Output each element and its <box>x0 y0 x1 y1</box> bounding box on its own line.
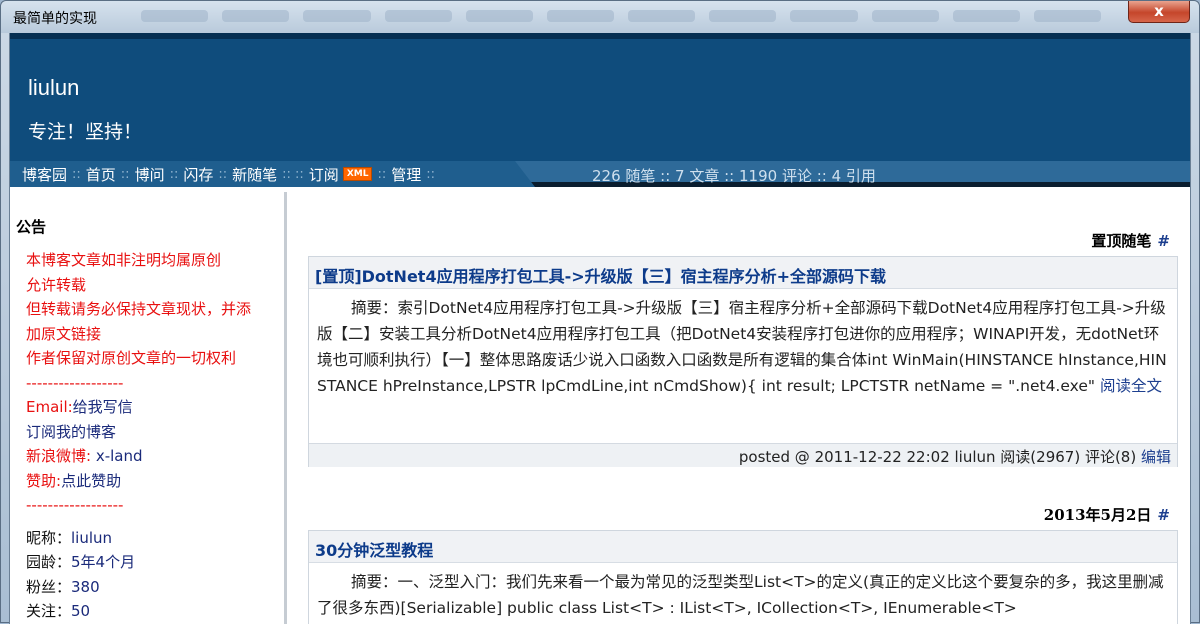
day-title: 2013年5月2日 # <box>1044 504 1170 525</box>
main-content: 置顶随笔 # [置顶]DotNet4应用程序打包工具->升级版【三】宿主程序分析+… <box>290 192 1190 624</box>
notice-line: 加原文链接 <box>26 324 102 343</box>
post-title[interactable]: 30分钟泛型教程 <box>309 531 1177 563</box>
nickname-link[interactable]: liulun <box>71 529 112 547</box>
nav-item-new-post[interactable]: 新随笔 <box>232 164 277 185</box>
follow-link[interactable]: 50 <box>71 602 90 620</box>
follow-label: 关注： <box>26 602 72 620</box>
tab-placeholder[interactable] <box>790 10 858 22</box>
notice-line: 允许转载 <box>26 275 87 294</box>
sidebar: 公告 本博客文章如非注明均属原创 允许转载 但转载请务必保持文章现状，并添 加原… <box>10 192 287 624</box>
browser-window: 最简单的实现 x liulun 专注！坚持！ 博客园:: 首页:: 博问:: 闪… <box>0 0 1200 624</box>
day-permalink[interactable]: # <box>1157 506 1170 524</box>
fans-row: 粉丝：380 <box>26 575 281 600</box>
tab-placeholder[interactable] <box>709 10 777 22</box>
tab-placeholder[interactable] <box>952 10 1020 22</box>
notice-line: 本博客文章如非注明均属原创 <box>26 251 222 269</box>
window-title: 最简单的实现 <box>13 11 97 27</box>
nav-separator: :: <box>426 166 435 182</box>
post-card: [置顶]DotNet4应用程序打包工具->升级版【三】宿主程序分析+全部源码下载… <box>308 256 1178 467</box>
weibo-link[interactable]: x-land <box>96 447 143 465</box>
blog-subtitle: 专注！坚持！ <box>28 121 143 143</box>
nav-item-flash[interactable]: 闪存 <box>183 164 213 185</box>
tab-placeholder[interactable] <box>1033 10 1102 22</box>
post-footer: posted @ 2011-12-22 22:02 liulun 阅读(2967… <box>309 443 1177 467</box>
nav-separator: :: :: <box>282 166 304 182</box>
nav-item-cnblogs[interactable]: 博客园 <box>22 164 67 185</box>
fans-link[interactable]: 380 <box>71 578 100 596</box>
follow-row: 关注：50 <box>26 599 281 624</box>
blog-stats: 226 随笔 :: 7 文章 :: 1190 评论 :: 4 引用 <box>592 167 876 185</box>
nav-item-questions[interactable]: 博问 <box>135 164 165 185</box>
nav-links: 博客园:: 首页:: 博问:: 闪存:: 新随笔:: :: 订阅 XML:: 管… <box>10 161 535 187</box>
tab-placeholder[interactable] <box>222 10 290 22</box>
summary-text: 摘要：索引DotNet4应用程序打包工具->升级版【三】宿主程序分析+全部源码下… <box>317 299 1167 395</box>
edit-link[interactable]: 编辑 <box>1141 448 1171 466</box>
day-title: 置顶随笔 # <box>1091 230 1170 251</box>
nickname-row: 昵称：liulun <box>26 526 281 551</box>
nav-item-home[interactable]: 首页 <box>86 164 116 185</box>
donate-row: 赞助:点此赞助 <box>26 469 281 494</box>
tab-placeholder[interactable] <box>871 10 939 22</box>
page-content: liulun 专注！坚持！ 博客园:: 首页:: 博问:: 闪存:: 新随笔::… <box>9 33 1191 624</box>
nav-separator: :: <box>218 166 228 182</box>
post-summary: 摘要：索引DotNet4应用程序打包工具->升级版【三】宿主程序分析+全部源码下… <box>309 289 1177 443</box>
weibo-label: 新浪微博: <box>26 447 92 465</box>
day-title-text: 置顶随笔 <box>1091 232 1152 250</box>
donate-label: 赞助: <box>26 471 62 490</box>
weibo-row: 新浪微博: x-land <box>26 444 281 469</box>
age-label: 园龄： <box>26 553 72 571</box>
summary-text: 摘要：一、泛型入门：我们先来看一个最为常见的泛型类型List<T>的定义(真正的… <box>317 573 1164 617</box>
tab-placeholder[interactable] <box>465 10 533 22</box>
age-row: 园龄：5年4个月 <box>26 550 281 575</box>
subscribe-link[interactable]: 订阅我的博客 <box>26 420 281 445</box>
tab-placeholder[interactable] <box>141 10 209 22</box>
blog-name[interactable]: liulun <box>28 75 79 101</box>
post-summary: 摘要：一、泛型入门：我们先来看一个最为常见的泛型类型List<T>的定义(真正的… <box>309 563 1177 621</box>
donate-link[interactable]: 点此赞助 <box>61 472 121 490</box>
nav-separator: :: <box>120 166 130 182</box>
sidebar-notice: 本博客文章如非注明均属原创 允许转载 但转载请务必保持文章现状，并添 加原文链接… <box>26 248 281 624</box>
tab-placeholder[interactable] <box>546 10 615 22</box>
divider: ------------------ <box>26 496 124 514</box>
day-title-text: 2013年5月2日 <box>1043 506 1152 524</box>
nav-item-subscribe[interactable]: 订阅 <box>309 164 339 185</box>
xml-feed-icon[interactable]: XML <box>342 167 373 181</box>
close-icon: x <box>1154 2 1164 20</box>
title-bar: 最简单的实现 x <box>1 1 1199 33</box>
tab-placeholder[interactable] <box>303 10 371 22</box>
nav-separator: :: <box>72 166 81 182</box>
tab-placeholder[interactable] <box>628 10 696 22</box>
email-row: Email:给我写信 <box>26 395 281 420</box>
notice-line: 作者保留对原创文章的一切权利 <box>26 349 237 367</box>
close-button[interactable]: x <box>1128 1 1190 23</box>
post-meta: posted @ 2011-12-22 22:02 liulun 阅读(2967… <box>738 448 1137 466</box>
sidebar-title: 公告 <box>16 218 47 236</box>
email-link[interactable]: 给我写信 <box>73 398 133 416</box>
day-permalink[interactable]: # <box>1157 232 1170 250</box>
nav-separator: :: <box>169 166 179 182</box>
blog-header: liulun 专注！坚持！ <box>10 33 1190 161</box>
post-card: 30分钟泛型教程 摘要：一、泛型入门：我们先来看一个最为常见的泛型类型List<… <box>308 530 1178 624</box>
nav-separator: :: <box>377 166 387 182</box>
fans-label: 粉丝： <box>26 577 72 596</box>
nickname-label: 昵称： <box>26 528 72 547</box>
tab-placeholder[interactable] <box>384 10 452 22</box>
age-value[interactable]: 5年4个月 <box>71 553 135 571</box>
nav-item-manage[interactable]: 管理 <box>391 164 421 185</box>
divider: ------------------ <box>26 373 124 392</box>
notice-line: 但转载请务必保持文章现状，并添 <box>26 300 252 318</box>
read-more-link[interactable]: 阅读全文 <box>1100 377 1162 395</box>
nav-bar: 博客园:: 首页:: 博问:: 闪存:: 新随笔:: :: 订阅 XML:: 管… <box>10 161 1190 187</box>
blurred-tab-strip <box>141 10 1102 24</box>
post-title[interactable]: [置顶]DotNet4应用程序打包工具->升级版【三】宿主程序分析+全部源码下载 <box>309 257 1177 289</box>
email-label: Email: <box>26 398 73 416</box>
